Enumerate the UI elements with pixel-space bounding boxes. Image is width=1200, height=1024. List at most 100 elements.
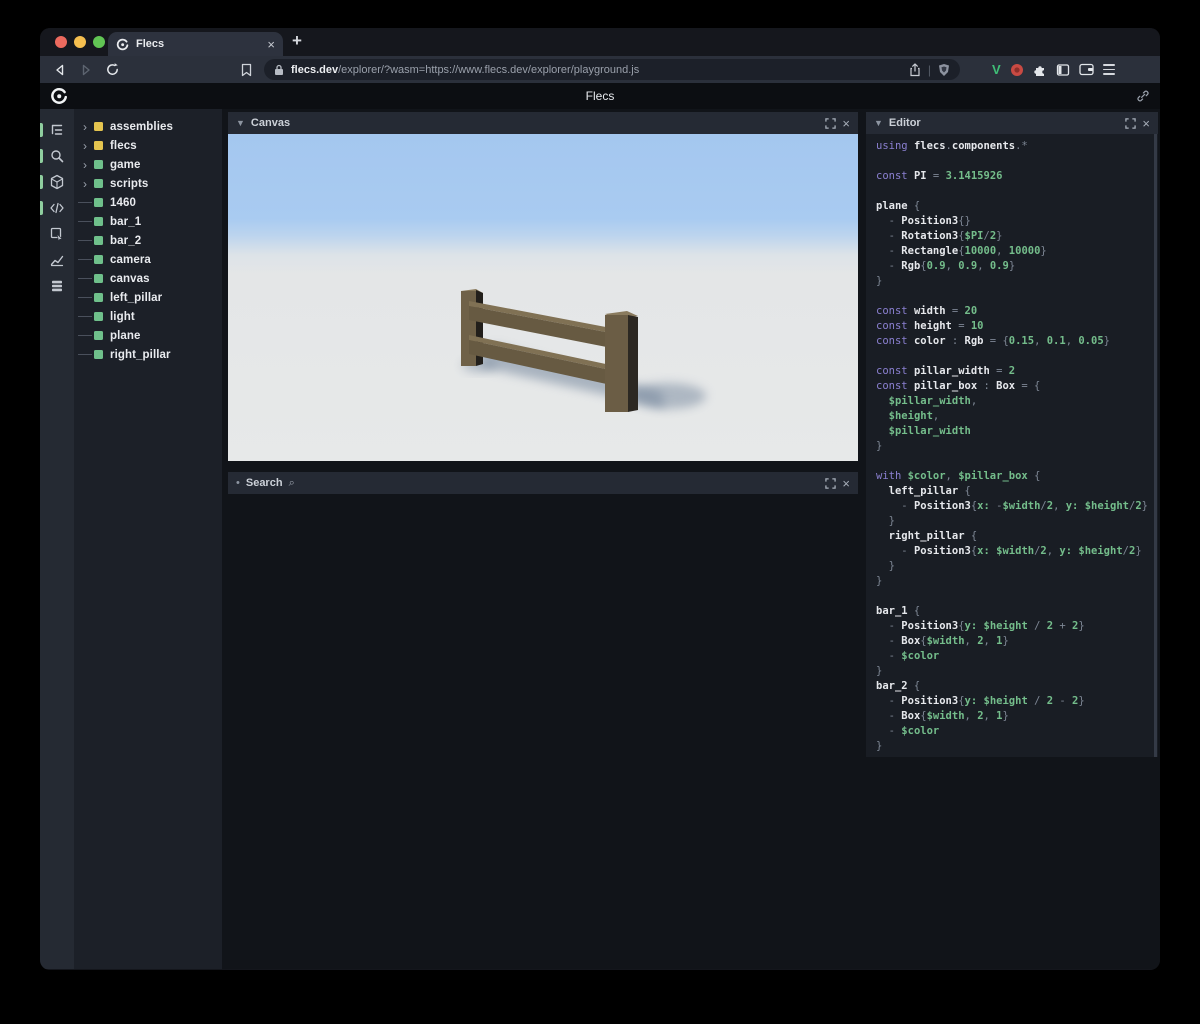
tool-sidebar [40, 109, 74, 969]
expand-chevron-icon[interactable]: › [78, 178, 92, 190]
tree-connector-line [78, 202, 92, 203]
entity-tree-icon [51, 124, 63, 135]
editor-scrollbar[interactable] [1154, 134, 1157, 757]
address-bar[interactable]: flecs.dev/explorer/?wasm=https://www.fle… [264, 59, 960, 80]
3d-scene-canvas[interactable] [228, 134, 858, 461]
search-panel-header[interactable]: • Search ⌕ × [228, 472, 858, 494]
entity-badge [94, 312, 103, 321]
entity-tree: › assemblies › flecs › game › scripts 1460 bar_1b… [74, 109, 222, 969]
collapsed-dot-icon[interactable]: • [236, 477, 240, 489]
close-window-button[interactable] [55, 36, 67, 48]
close-panel-icon[interactable]: × [1142, 117, 1150, 130]
tree-item-label: bar_1 [110, 215, 142, 228]
tab-flecs[interactable]: Flecs × [108, 32, 283, 56]
pillar-shadow [630, 383, 706, 409]
tree-item-canvas[interactable]: canvas [74, 269, 222, 288]
tree-item-label: left_pillar [110, 291, 163, 304]
share-link-icon[interactable] [1136, 89, 1150, 103]
v-extension-icon[interactable]: V [992, 62, 1001, 77]
script-code-icon [50, 202, 64, 214]
close-panel-icon[interactable]: × [842, 117, 850, 130]
entity-badge [94, 236, 103, 245]
app-header: Flecs [40, 83, 1160, 109]
flecs-logo[interactable] [50, 87, 68, 105]
sidebar-search-button[interactable] [40, 143, 74, 169]
urlbar-divider: | [927, 62, 931, 77]
entity-badge [94, 217, 103, 226]
stats-chart-icon [50, 255, 64, 267]
tree-item-bar_1[interactable]: bar_1 [74, 212, 222, 231]
tree-item-light[interactable]: light [74, 307, 222, 326]
menu-icon[interactable] [1102, 64, 1115, 75]
search-icon [51, 150, 64, 163]
tree-item-label: assemblies [110, 120, 174, 133]
close-panel-icon[interactable]: × [842, 477, 850, 490]
tree-item-right_pillar[interactable]: right_pillar [74, 345, 222, 364]
tables-icon [52, 280, 62, 292]
red-badge-extension-icon[interactable] [1010, 63, 1024, 77]
sidebar-entities-button[interactable] [40, 169, 74, 195]
entity-badge [94, 350, 103, 359]
tree-item-camera[interactable]: camera [74, 250, 222, 269]
bookmark-icon[interactable] [236, 60, 256, 80]
tree-item-left_pillar[interactable]: left_pillar [74, 288, 222, 307]
tree-connector-line [78, 335, 92, 336]
minimize-window-button[interactable] [74, 36, 86, 48]
lock-icon [275, 64, 283, 75]
tree-connector-line [78, 297, 92, 298]
sidebar-query-button[interactable] [40, 221, 74, 247]
wallet-icon[interactable] [1079, 63, 1094, 76]
tree-connector-line [78, 259, 92, 260]
collapse-chevron-icon[interactable]: ▼ [236, 118, 245, 128]
url-text: flecs.dev/explorer/?wasm=https://www.fle… [291, 64, 902, 76]
tree-connector-line [78, 221, 92, 222]
code-editor[interactable]: using flecs.components.* const PI = 3.14… [866, 134, 1158, 757]
expand-panel-icon[interactable] [825, 117, 837, 129]
editor-panel-title: Editor [888, 117, 921, 129]
forward-button[interactable] [76, 60, 96, 80]
search-panel: • Search ⌕ × [228, 472, 858, 494]
expand-chevron-icon[interactable]: › [78, 121, 92, 133]
tab-close-icon[interactable]: × [267, 38, 275, 51]
collapse-chevron-icon[interactable]: ▼ [874, 118, 883, 128]
query-inspect-icon [50, 227, 64, 242]
entity-badge [94, 122, 103, 131]
new-tab-button[interactable]: + [292, 31, 302, 51]
reload-button[interactable] [102, 60, 122, 80]
expand-panel-icon[interactable] [825, 477, 837, 489]
maximize-window-button[interactable] [93, 36, 105, 48]
back-button[interactable] [50, 60, 70, 80]
tree-item-label: 1460 [110, 196, 136, 209]
expand-chevron-icon[interactable]: › [78, 159, 92, 171]
tree-item-assemblies[interactable]: › assemblies [74, 117, 222, 136]
sidebar-entity-tree-button[interactable] [40, 117, 74, 143]
tree-connector-line [78, 316, 92, 317]
entity-badge [94, 160, 103, 169]
share-icon[interactable] [909, 62, 921, 77]
tree-item-plane[interactable]: plane [74, 326, 222, 345]
tree-item-game[interactable]: › game [74, 155, 222, 174]
entity-badge [94, 179, 103, 188]
tree-item-flecs[interactable]: › flecs [74, 136, 222, 155]
entity-badge [94, 141, 103, 150]
extensions-puzzle-icon[interactable] [1033, 63, 1047, 77]
expand-panel-icon[interactable] [1125, 117, 1137, 129]
sidebar-script-button[interactable] [40, 195, 74, 221]
editor-code[interactable]: using flecs.components.* const PI = 3.14… [866, 134, 1158, 755]
tree-item-label: flecs [110, 139, 137, 152]
entities-cube-icon [50, 174, 64, 190]
sidebar-toggle-icon[interactable] [1056, 63, 1070, 77]
editor-panel: ▼ Editor × using flecs.components.* cons… [866, 112, 1158, 757]
tree-item-bar_2[interactable]: bar_2 [74, 231, 222, 250]
editor-panel-header[interactable]: ▼ Editor × [866, 112, 1158, 134]
browser-toolbar: flecs.dev/explorer/?wasm=https://www.fle… [40, 56, 1160, 83]
expand-chevron-icon[interactable]: › [78, 140, 92, 152]
sidebar-stats-button[interactable] [40, 247, 74, 273]
tree-item-1460[interactable]: 1460 [74, 193, 222, 212]
search-panel-title: Search [245, 477, 283, 489]
entity-badge [94, 293, 103, 302]
canvas-panel-header[interactable]: ▼ Canvas × [228, 112, 858, 134]
brave-shield-icon[interactable] [938, 63, 950, 77]
sidebar-tables-button[interactable] [40, 273, 74, 299]
tree-item-scripts[interactable]: › scripts [74, 174, 222, 193]
